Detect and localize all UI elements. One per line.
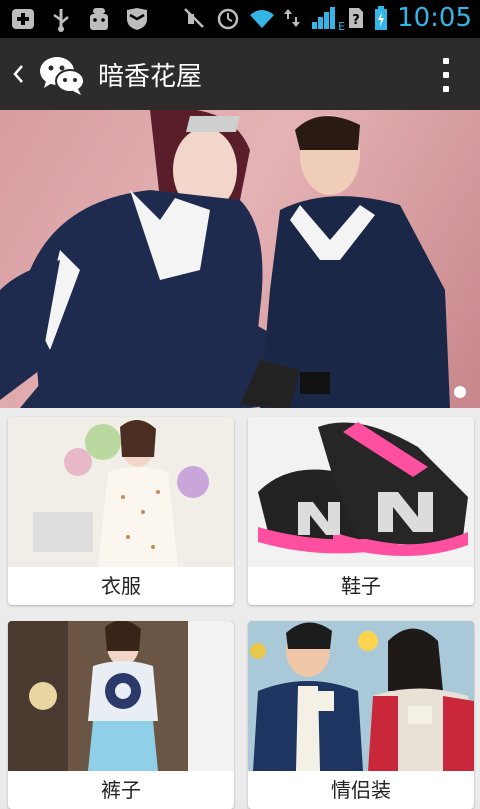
category-card-shoes[interactable]: 鞋子: [248, 417, 474, 605]
carousel-indicator[interactable]: [454, 386, 466, 398]
category-card-clothes[interactable]: 衣服: [8, 417, 234, 605]
android-debug-icon: [86, 6, 112, 32]
wechat-icon[interactable]: [38, 54, 86, 96]
network-type-label: E: [338, 20, 346, 33]
page-title: 暗香花屋: [98, 62, 203, 92]
category-image-clothes: [8, 417, 234, 567]
chevron-left-icon[interactable]: [10, 60, 26, 88]
category-card-pants[interactable]: 裤子: [8, 621, 234, 809]
status-bar: E ? 10:05: [0, 0, 480, 38]
signal-icon: E: [309, 5, 345, 33]
category-card-couple-wear[interactable]: 情侣装: [248, 621, 474, 809]
category-image-pants: [8, 621, 234, 771]
add-icon: [10, 6, 36, 32]
banner-carousel[interactable]: [0, 110, 480, 408]
svg-text:?: ?: [352, 13, 360, 28]
wifi-icon: [249, 5, 275, 31]
category-image-shoes: [248, 417, 474, 567]
category-label: 衣服: [101, 574, 141, 598]
category-label: 情侣装: [331, 778, 391, 802]
category-label: 鞋子: [341, 574, 381, 598]
category-grid: 衣服 鞋子 裤子 情侣装: [0, 408, 480, 809]
system-icons: E ? 10:05: [181, 3, 472, 33]
clock: 10:05: [397, 3, 472, 33]
mute-icon: [181, 5, 207, 31]
data-arrows-icon: [283, 5, 301, 31]
category-label: 裤子: [101, 778, 141, 802]
shield-icon: [124, 6, 150, 32]
notification-icons: [10, 6, 150, 32]
sim-unknown-icon: ?: [347, 5, 365, 31]
usb-icon: [48, 6, 74, 32]
alarm-icon: [215, 5, 241, 31]
overflow-menu-icon[interactable]: [442, 58, 450, 92]
action-bar: 暗香花屋: [0, 38, 480, 112]
battery-charging-icon: [373, 5, 389, 31]
category-image-couple-wear: [248, 621, 474, 771]
banner-image: [0, 110, 450, 408]
